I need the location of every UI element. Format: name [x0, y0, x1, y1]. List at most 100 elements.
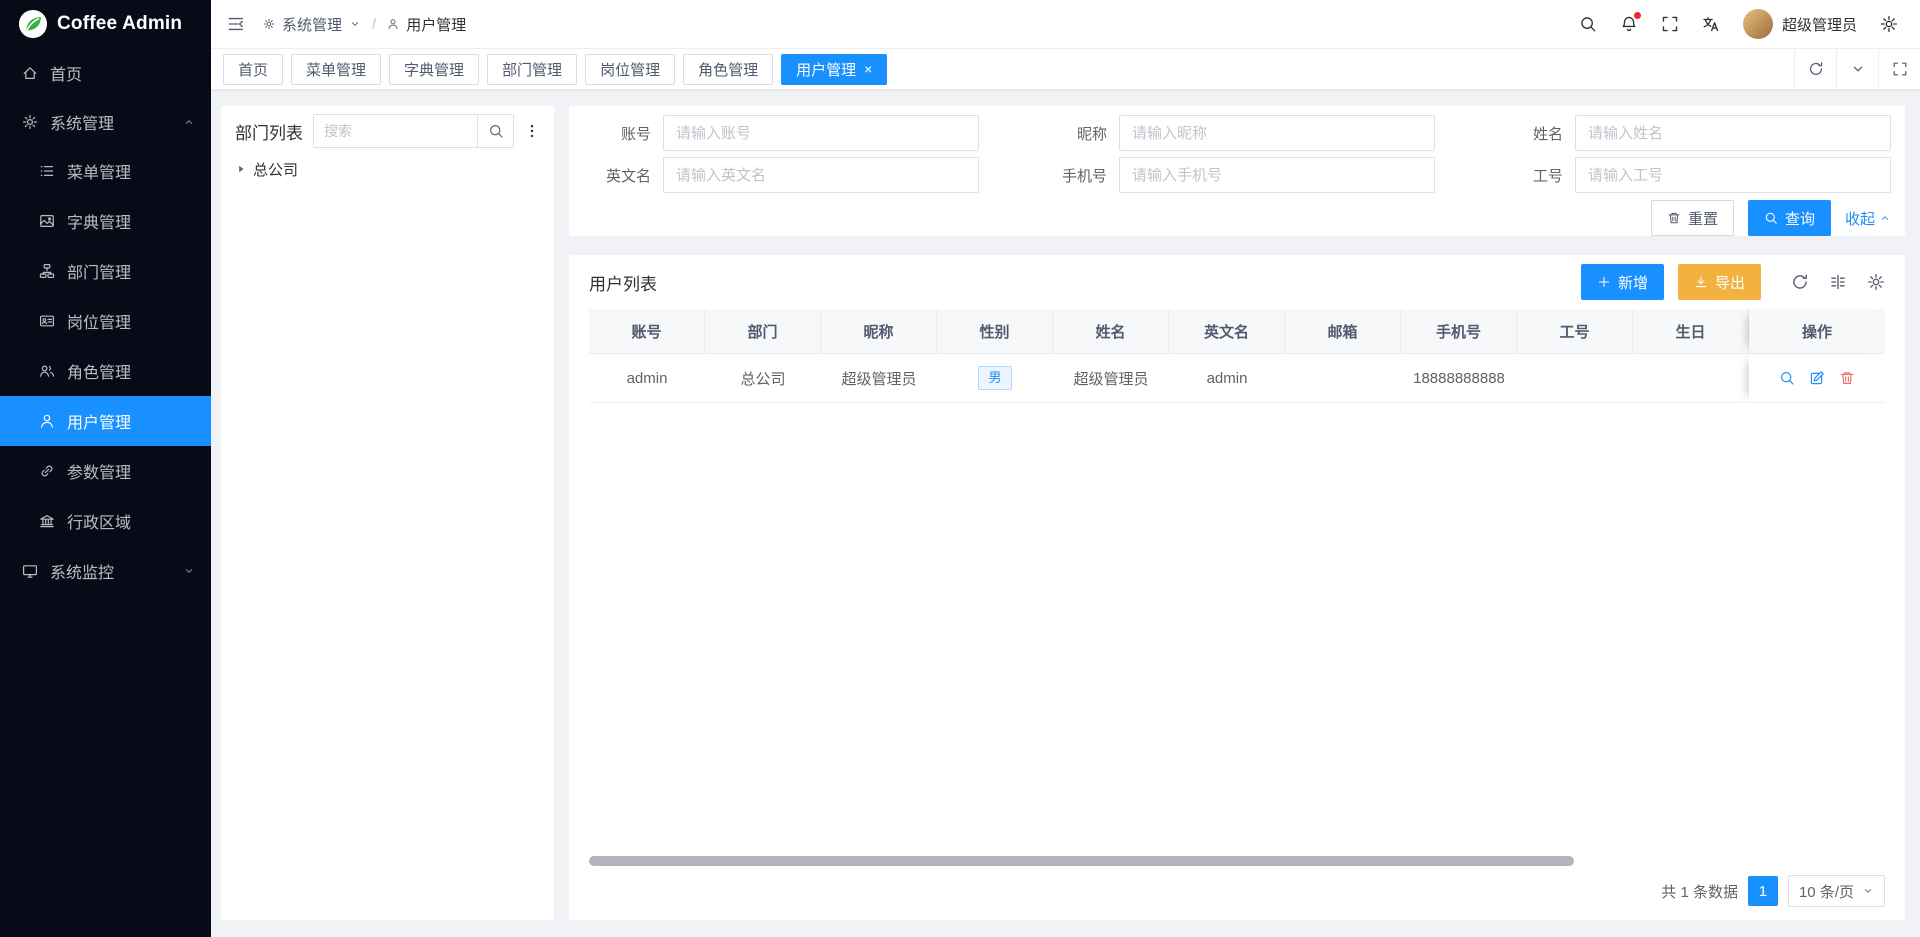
column-header[interactable]: 部门 [705, 309, 821, 354]
breadcrumb-item-system[interactable]: 系统管理 [282, 14, 342, 35]
view-row-button[interactable] [1779, 370, 1795, 386]
search-button[interactable]: 查询 [1748, 200, 1831, 236]
department-panel: 部门列表 总公司 [221, 106, 554, 920]
content-fullscreen-button[interactable] [1878, 49, 1920, 89]
edit-row-button[interactable] [1809, 370, 1825, 386]
fullscreen-icon[interactable] [1661, 15, 1679, 33]
refresh-table-button[interactable] [1791, 273, 1809, 291]
tab-active[interactable]: 用户管理 × [781, 54, 887, 85]
phone-input[interactable] [1119, 157, 1435, 193]
sidebar-item-dept-management[interactable]: 部门管理 [0, 246, 211, 296]
page-size-select[interactable]: 10 条/页 [1788, 875, 1885, 907]
sidebar-item-label: 用户管理 [67, 409, 131, 433]
main-column: 系统管理 / 用户管理 超级管理员 [211, 0, 1920, 937]
id-card-icon [39, 313, 55, 329]
tab[interactable]: 角色管理 [683, 54, 773, 85]
filter-field-english-name: 英文名 [583, 156, 979, 194]
sidebar-item-label: 行政区域 [67, 509, 131, 533]
sidebar-item-label: 系统管理 [50, 110, 114, 134]
dictionary-icon [39, 213, 55, 229]
tab[interactable]: 岗位管理 [585, 54, 675, 85]
tree-node-root[interactable]: 总公司 [235, 154, 540, 184]
sidebar-item-user-management[interactable]: 用户管理 [0, 396, 211, 446]
logo[interactable]: Coffee Admin [0, 0, 211, 48]
department-search-button[interactable] [477, 115, 513, 147]
department-more-button[interactable] [524, 123, 540, 139]
monitor-icon [22, 563, 38, 579]
breadcrumb-item-current: 用户管理 [406, 14, 466, 35]
nickname-input[interactable] [1119, 115, 1435, 151]
notifications-button[interactable] [1620, 15, 1638, 33]
column-header[interactable]: 工号 [1517, 309, 1633, 354]
work-no-input[interactable] [1575, 157, 1891, 193]
sidebar-item-label: 参数管理 [67, 459, 131, 483]
system-submenu: 菜单管理 字典管理 部门管理 岗位管理 角色管理 用户管理 [0, 146, 211, 546]
close-icon[interactable]: × [864, 62, 872, 76]
cell-dept: 总公司 [705, 354, 821, 403]
sidebar-item-post-management[interactable]: 岗位管理 [0, 296, 211, 346]
more-vertical-icon [524, 123, 540, 139]
field-label: 账号 [583, 123, 663, 144]
sidebar-item-system-monitor[interactable]: 系统监控 [0, 546, 211, 595]
list-icon [39, 163, 55, 179]
search-icon[interactable] [1579, 15, 1597, 33]
sidebar-item-home[interactable]: 首页 [0, 48, 211, 97]
page-button-1[interactable]: 1 [1748, 876, 1778, 906]
tab-label: 字典管理 [404, 59, 464, 80]
column-header[interactable]: 生日 [1633, 309, 1749, 354]
account-input[interactable] [663, 115, 979, 151]
gear-icon [22, 114, 38, 130]
column-header[interactable]: 英文名 [1169, 309, 1285, 354]
tab-options-button[interactable] [1836, 49, 1878, 89]
tab[interactable]: 菜单管理 [291, 54, 381, 85]
sidebar-item-menu-management[interactable]: 菜单管理 [0, 146, 211, 196]
export-button[interactable]: 导出 [1678, 264, 1761, 300]
pagination: 共 1 条数据 1 10 条/页 [589, 872, 1885, 910]
translate-icon[interactable] [1702, 15, 1720, 33]
caret-right-icon[interactable] [235, 163, 247, 175]
name-input[interactable] [1575, 115, 1891, 151]
search-icon [1779, 370, 1795, 386]
chevron-down-icon[interactable] [349, 18, 361, 30]
tab[interactable]: 首页 [223, 54, 283, 85]
column-header[interactable]: 手机号 [1401, 309, 1517, 354]
sidebar-item-label: 菜单管理 [67, 159, 131, 183]
tab[interactable]: 部门管理 [487, 54, 577, 85]
user-menu[interactable]: 超级管理员 [1743, 9, 1857, 39]
bank-icon [39, 513, 55, 529]
reset-button[interactable]: 重置 [1651, 200, 1734, 236]
filter-field-account: 账号 [583, 114, 979, 152]
column-header[interactable]: 账号 [589, 309, 705, 354]
breadcrumb: 系统管理 / 用户管理 [263, 14, 466, 35]
column-header[interactable]: 姓名 [1053, 309, 1169, 354]
app-window: Coffee Admin 首页 系统管理 菜单管理 字典管理 部门管理 [0, 0, 1920, 937]
sidebar-item-system-management[interactable]: 系统管理 [0, 97, 211, 146]
department-search-input[interactable] [314, 115, 477, 147]
column-header[interactable]: 性别 [937, 309, 1053, 354]
sidebar-item-dict-management[interactable]: 字典管理 [0, 196, 211, 246]
table-row[interactable]: admin 总公司 超级管理员 男 超级管理员 admin 1888888888… [589, 354, 1885, 403]
avatar [1743, 9, 1773, 39]
sidebar-item-role-management[interactable]: 角色管理 [0, 346, 211, 396]
tab[interactable]: 字典管理 [389, 54, 479, 85]
cell-name: 超级管理员 [1053, 354, 1169, 403]
column-header[interactable]: 邮箱 [1285, 309, 1401, 354]
refresh-tab-button[interactable] [1794, 49, 1836, 89]
export-label: 导出 [1715, 272, 1745, 293]
settings-gear-icon[interactable] [1880, 15, 1898, 33]
table-settings-button[interactable] [1867, 273, 1885, 291]
sidebar-item-label: 岗位管理 [67, 309, 131, 333]
reset-label: 重置 [1688, 208, 1718, 229]
english-name-input[interactable] [663, 157, 979, 193]
tab-label: 菜单管理 [306, 59, 366, 80]
field-label: 姓名 [1495, 123, 1575, 144]
column-header[interactable]: 昵称 [821, 309, 937, 354]
column-settings-button[interactable] [1829, 273, 1847, 291]
horizontal-scrollbar-thumb[interactable] [589, 856, 1574, 866]
delete-row-button[interactable] [1839, 370, 1855, 386]
collapse-link[interactable]: 收起 [1845, 208, 1891, 229]
menu-fold-icon[interactable] [227, 15, 245, 33]
add-user-button[interactable]: 新增 [1581, 264, 1664, 300]
sidebar-item-param-management[interactable]: 参数管理 [0, 446, 211, 496]
sidebar-item-admin-region[interactable]: 行政区域 [0, 496, 211, 546]
